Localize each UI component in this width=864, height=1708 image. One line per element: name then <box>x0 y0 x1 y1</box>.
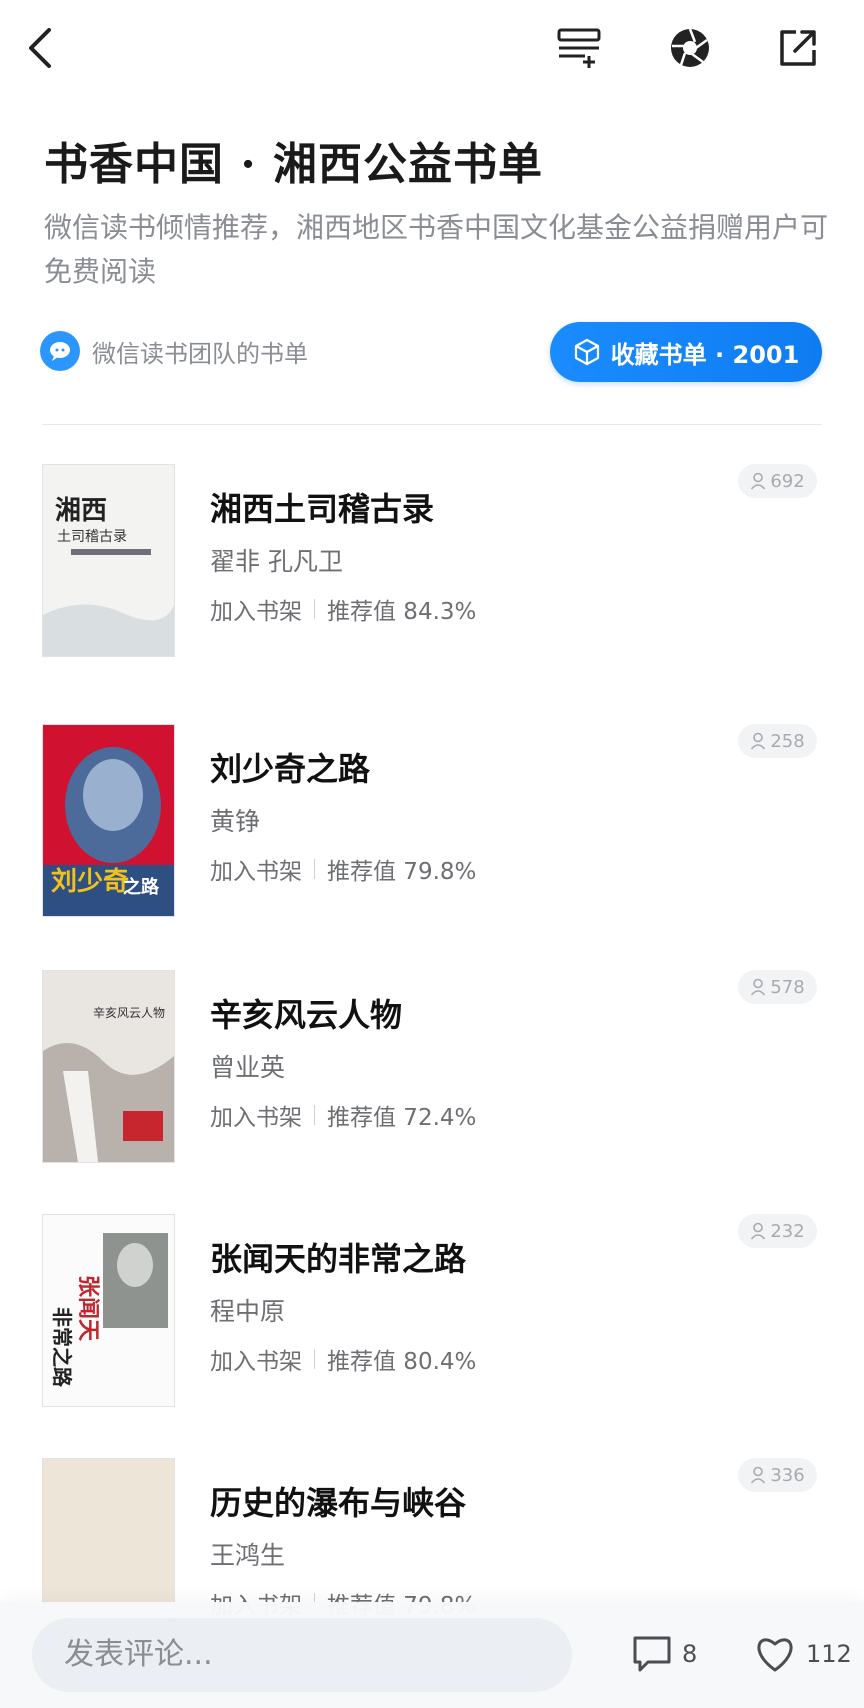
back-button[interactable] <box>10 18 70 78</box>
share-icon <box>780 30 816 66</box>
heart-icon <box>757 1638 793 1672</box>
collect-label: 收藏书单 · 2001 <box>610 340 800 369</box>
book-cover[interactable]: 辛亥风云人物 <box>42 970 175 1163</box>
page: 书香中国 · 湘西公益书单 微信读书倾情推荐，湘西地区书香中国文化基金公益捐赠用… <box>0 0 864 1708</box>
book-item[interactable]: 刘少奇 之路 刘少奇之路 黄铮 加入书架 推荐值 79.8% 258 <box>0 724 864 924</box>
book-cover[interactable]: 刘少奇 之路 <box>42 724 175 917</box>
book-item[interactable]: 张闻天 非常之路 张闻天的非常之路 程中原 加入书架 推荐值 80.4% 232 <box>0 1214 864 1414</box>
person-icon <box>751 1466 766 1484</box>
book-author: 曾业英 <box>210 1053 286 1082</box>
person-icon <box>751 732 766 750</box>
add-to-shelf-link[interactable]: 加入书架 <box>210 1098 302 1132</box>
list-owner[interactable]: 微信读书团队的书单 <box>40 330 308 372</box>
cover-subtitle: 之路 <box>123 876 160 898</box>
book-item[interactable]: 辛亥风云人物 辛亥风云人物 曾业英 加入书架 推荐值 72.4% 578 <box>0 970 864 1170</box>
reader-count: 258 <box>770 730 805 752</box>
recommend-value: 推荐值 84.3% <box>327 599 477 625</box>
list-description: 微信读书倾情推荐，湘西地区书香中国文化基金公益捐赠用户可免费阅读 <box>44 211 829 288</box>
book-item[interactable]: 湘西 土司稽古录 湘西土司稽古录 翟非 孔凡卫 加入书架 推荐值 84.3% 6… <box>0 464 864 664</box>
bottom-bar: 发表评论... 8 112 <box>0 1602 864 1708</box>
book-meta: 加入书架 推荐值 84.3% <box>210 592 476 626</box>
meta-divider <box>314 1105 315 1125</box>
book-title: 刘少奇之路 <box>210 750 371 788</box>
add-to-list-button[interactable] <box>550 18 610 78</box>
meta-divider <box>314 599 315 619</box>
share-button[interactable] <box>768 18 828 78</box>
cover-title: 辛亥风云人物 <box>93 1006 165 1020</box>
cover-title: 刘少奇 <box>51 867 129 897</box>
add-to-shelf-link[interactable]: 加入书架 <box>210 852 302 886</box>
meta-divider <box>314 859 315 879</box>
recommend-value: 推荐值 79.8% <box>327 859 477 885</box>
cube-icon <box>574 338 599 366</box>
cover-art: 湘西 土司稽古录 <box>43 465 174 656</box>
book-author: 程中原 <box>210 1297 286 1326</box>
cover-title: 张闻天 <box>75 1275 101 1342</box>
reader-count: 692 <box>770 470 805 492</box>
cover-subtitle: 土司稽古录 <box>57 529 127 545</box>
person-icon <box>751 472 766 490</box>
recommend-value: 推荐值 80.4% <box>327 1349 477 1375</box>
person-icon <box>751 1222 766 1240</box>
book-title: 湘西土司稽古录 <box>210 490 435 528</box>
book-author: 王鸿生 <box>210 1541 286 1570</box>
book-cover[interactable]: 张闻天 非常之路 <box>42 1214 175 1407</box>
cover-subtitle: 非常之路 <box>50 1307 74 1388</box>
meta-divider <box>314 1349 315 1369</box>
cover-art: 张闻天 非常之路 <box>43 1215 174 1406</box>
book-author: 翟非 孔凡卫 <box>210 547 343 576</box>
book-title: 历史的瀑布与峡谷 <box>210 1484 467 1522</box>
divider <box>42 424 822 425</box>
book-author: 黄铮 <box>210 807 261 836</box>
page-title: 书香中国 · 湘西公益书单 <box>44 139 543 190</box>
reader-count: 232 <box>770 1220 805 1242</box>
person-icon <box>751 978 766 996</box>
book-title: 张闻天的非常之路 <box>210 1240 467 1278</box>
top-bar <box>0 0 864 96</box>
book-meta: 加入书架 推荐值 79.8% <box>210 852 476 886</box>
add-to-shelf-link[interactable]: 加入书架 <box>210 592 302 626</box>
avatar <box>40 331 80 371</box>
like-count: 112 <box>806 1640 852 1668</box>
reader-count-badge: 258 <box>738 724 817 758</box>
book-title: 辛亥风云人物 <box>210 996 403 1034</box>
cover-art: 辛亥风云人物 <box>43 971 174 1162</box>
reader-count-badge: 578 <box>738 970 817 1004</box>
shutter-icon <box>671 28 709 67</box>
owner-name: 微信读书团队的书单 <box>92 339 308 368</box>
book-meta: 加入书架 推荐值 80.4% <box>210 1342 476 1376</box>
recommend-value: 推荐值 72.4% <box>327 1105 477 1131</box>
add-to-list-icon <box>557 28 601 68</box>
reader-count-badge: 232 <box>738 1214 817 1248</box>
add-to-shelf-link[interactable]: 加入书架 <box>210 1342 302 1376</box>
reader-count-badge: 336 <box>738 1458 817 1492</box>
reader-count-badge: 692 <box>738 464 817 498</box>
cover-art: 刘少奇 之路 <box>43 725 174 916</box>
comment-input[interactable]: 发表评论... <box>32 1618 572 1692</box>
collect-list-button[interactable]: 收藏书单 · 2001 <box>550 322 822 382</box>
comments-button[interactable]: 8 <box>632 1630 697 1678</box>
like-button[interactable]: 112 <box>754 1630 852 1678</box>
book-meta: 加入书架 推荐值 72.4% <box>210 1098 476 1132</box>
chat-bubble-icon <box>50 342 70 361</box>
back-icon <box>29 28 51 68</box>
reader-count: 336 <box>770 1464 805 1486</box>
comment-icon <box>633 1636 671 1672</box>
book-cover[interactable]: 湘西 土司稽古录 <box>42 464 175 657</box>
comment-count: 8 <box>682 1640 698 1668</box>
reader-count: 578 <box>770 976 805 998</box>
shutter-button[interactable] <box>660 18 720 78</box>
cover-title: 湘西 <box>55 496 107 526</box>
